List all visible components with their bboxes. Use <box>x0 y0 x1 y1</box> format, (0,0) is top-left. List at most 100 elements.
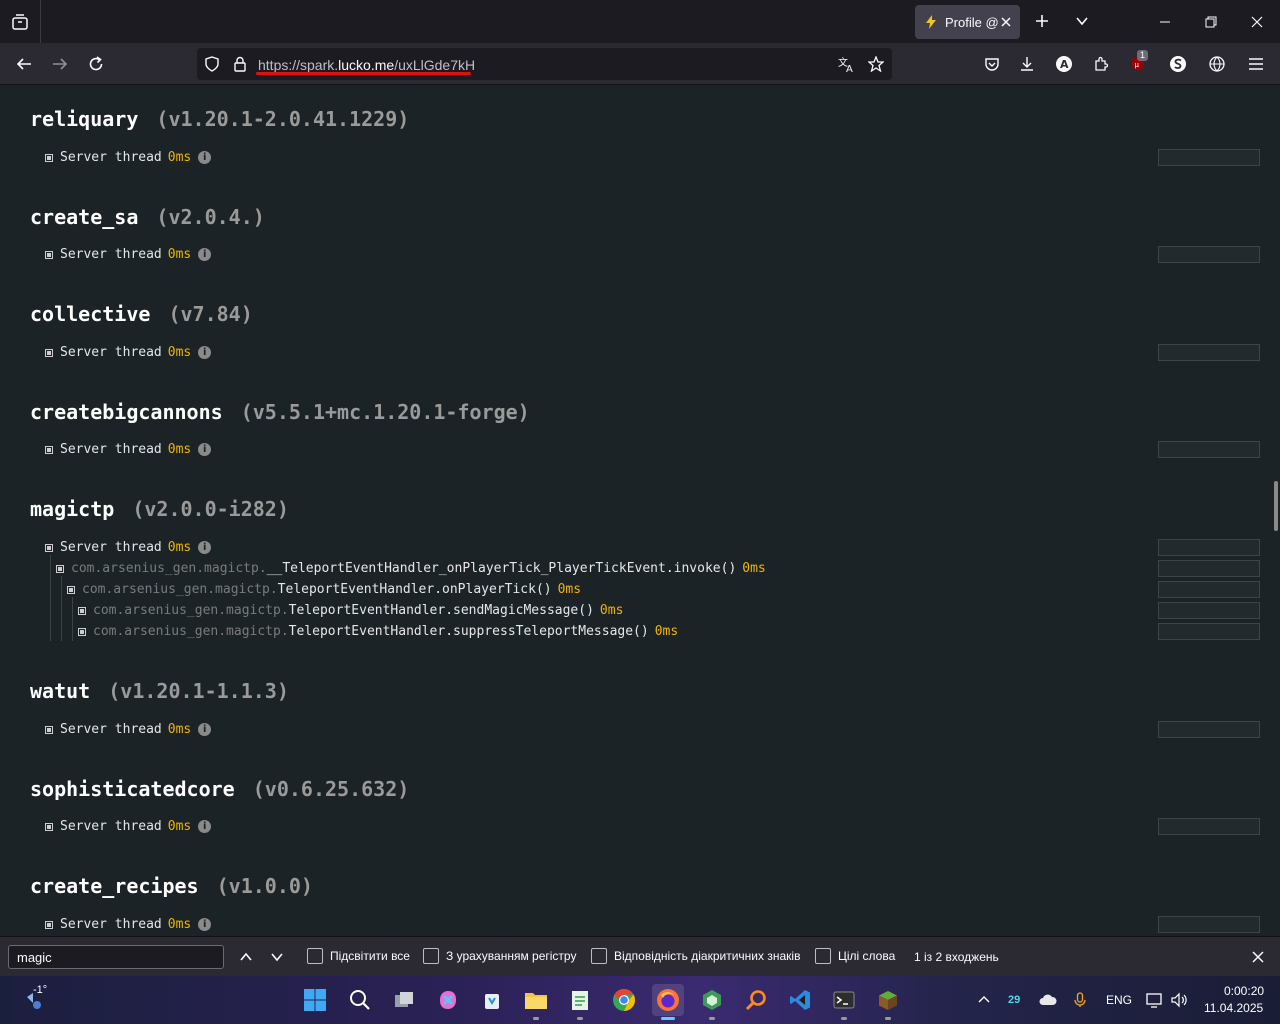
restore-button[interactable] <box>1188 0 1234 43</box>
show-hidden-icons-button[interactable] <box>974 990 994 1010</box>
firefox-app[interactable] <box>652 984 684 1020</box>
running-indicator <box>841 1017 847 1020</box>
hex-app[interactable] <box>696 984 728 1020</box>
account-button[interactable]: A <box>1048 48 1080 80</box>
list-all-tabs-button[interactable] <box>0 0 40 43</box>
info-icon[interactable]: i <box>198 151 212 164</box>
minecraft-app[interactable] <box>872 984 904 1020</box>
globe-extension-button[interactable] <box>1201 48 1233 80</box>
network-tray-icon[interactable] <box>1145 990 1165 1010</box>
clock-time[interactable]: 0:00:20 <box>1224 984 1264 998</box>
translate-icon[interactable]: 文A <box>838 55 856 73</box>
thread-node[interactable]: Server thread 0ms i <box>45 247 212 262</box>
mod-section-create-recipes: create_recipes (v1.0.0) <box>30 874 313 898</box>
checkbox-box[interactable] <box>307 948 323 964</box>
info-icon[interactable]: i <box>198 248 212 261</box>
forward-button[interactable] <box>44 48 76 80</box>
chevron-down-icon <box>1076 17 1088 26</box>
expand-toggle-icon[interactable] <box>45 822 53 831</box>
find-next-button[interactable] <box>265 945 289 969</box>
info-icon[interactable]: i <box>198 820 212 833</box>
input-language[interactable]: ENG <box>1106 993 1132 1007</box>
copilot-app[interactable] <box>432 984 464 1016</box>
reload-button[interactable] <box>80 48 112 80</box>
find-previous-button[interactable] <box>234 945 258 969</box>
tab-list-dropdown-button[interactable] <box>1067 6 1097 36</box>
file-explorer-app[interactable] <box>520 984 552 1020</box>
info-icon[interactable]: i <box>198 443 212 456</box>
mod-title: create_recipes (v1.0.0) <box>30 874 313 898</box>
collapse-toggle-icon[interactable] <box>56 564 64 573</box>
start-button[interactable] <box>299 984 331 1016</box>
highlight-all-checkbox[interactable]: Підсвітити все <box>307 948 410 964</box>
pocket-button[interactable] <box>976 48 1008 80</box>
thread-node[interactable]: Server thread 0ms i <box>45 345 212 360</box>
search-icon <box>350 990 370 1010</box>
call-method: TeleportEventHandler.onPlayerTick() <box>277 582 552 597</box>
call-node[interactable]: com.arsenius_gen.magictp. TeleportEventHa… <box>78 624 678 639</box>
bookmark-star-icon[interactable] <box>867 55 885 73</box>
expand-toggle-icon[interactable] <box>45 725 53 734</box>
expand-toggle-icon[interactable] <box>45 153 53 162</box>
thread-node[interactable]: Server thread 0ms i <box>45 150 212 165</box>
task-view-button[interactable] <box>388 984 420 1016</box>
close-tab-icon[interactable] <box>998 14 1014 30</box>
magnifier-app[interactable] <box>740 984 772 1016</box>
app-menu-button[interactable] <box>1240 48 1272 80</box>
recycle-app[interactable] <box>476 984 508 1016</box>
thread-node[interactable]: Server thread 0ms i <box>45 442 212 457</box>
call-node[interactable]: com.arsenius_gen.magictp. TeleportEventHa… <box>78 603 623 618</box>
thread-node[interactable]: Server thread 0ms i <box>45 722 212 737</box>
collapse-toggle-icon[interactable] <box>45 543 53 552</box>
vscode-app[interactable] <box>784 984 816 1016</box>
back-button[interactable] <box>8 48 40 80</box>
checkbox-box[interactable] <box>423 948 439 964</box>
collapse-toggle-icon[interactable] <box>67 585 75 594</box>
expand-toggle-icon[interactable] <box>45 250 53 259</box>
info-icon[interactable]: i <box>198 541 212 554</box>
expand-toggle-icon[interactable] <box>78 606 86 615</box>
volume-tray-icon[interactable] <box>1170 990 1190 1010</box>
checkbox-box[interactable] <box>815 948 831 964</box>
mod-name: sophisticatedcore <box>30 777 235 801</box>
expand-toggle-icon[interactable] <box>45 348 53 357</box>
minimize-button[interactable] <box>1142 0 1188 43</box>
expand-toggle-icon[interactable] <box>45 920 53 929</box>
info-icon[interactable]: i <box>198 723 212 736</box>
extensions-button[interactable] <box>1085 48 1117 80</box>
call-node[interactable]: com.arsenius_gen.magictp. TeleportEventHa… <box>67 582 581 597</box>
close-find-bar-button[interactable] <box>1246 945 1270 969</box>
lock-icon[interactable] <box>231 55 249 73</box>
mod-title: reliquary (v1.20.1-2.0.41.1229) <box>30 107 409 131</box>
find-input[interactable] <box>8 945 224 969</box>
url-text[interactable]: https://spark.lucko.me/uxLlGde7kH <box>258 57 475 73</box>
thread-node[interactable]: Server thread 0ms i <box>45 819 212 834</box>
thread-node[interactable]: Server thread 0ms i <box>45 917 212 932</box>
checkbox-box[interactable] <box>591 948 607 964</box>
match-case-checkbox[interactable]: З урахуванням регістру <box>423 948 576 964</box>
call-node[interactable]: com.arsenius_gen.magictp. __TeleportEvent… <box>56 561 766 576</box>
expand-toggle-icon[interactable] <box>45 445 53 454</box>
clock-date[interactable]: 11.04.2025 <box>1204 1001 1263 1015</box>
downloads-button[interactable] <box>1011 48 1043 80</box>
whole-words-checkbox[interactable]: Цілі слова <box>815 948 895 964</box>
microphone-tray-icon[interactable] <box>1070 990 1090 1010</box>
info-icon[interactable]: i <box>198 346 212 359</box>
info-icon[interactable]: i <box>198 918 212 931</box>
close-window-button[interactable] <box>1234 0 1280 43</box>
onedrive-tray-icon[interactable] <box>1038 990 1058 1010</box>
page-scrollbar-thumb[interactable] <box>1274 481 1278 531</box>
new-tab-button[interactable] <box>1027 6 1057 36</box>
tracking-protection-shield-icon[interactable] <box>203 55 221 73</box>
time-bar <box>1158 623 1260 640</box>
search-button[interactable] <box>344 984 376 1016</box>
thread-node[interactable]: Server thread 0ms i <box>45 540 212 555</box>
tray-badge-count[interactable]: 29 <box>1008 994 1020 1006</box>
terminal-app[interactable] <box>828 984 860 1020</box>
expand-toggle-icon[interactable] <box>78 627 86 636</box>
match-diacritics-checkbox[interactable]: Відповідність діакритичних знаків <box>591 948 800 964</box>
tab-profile[interactable]: Profile @ <box>915 5 1020 39</box>
s-extension-button[interactable] <box>1162 48 1194 80</box>
chrome-app[interactable] <box>608 984 640 1016</box>
notepad-app[interactable] <box>564 984 596 1020</box>
